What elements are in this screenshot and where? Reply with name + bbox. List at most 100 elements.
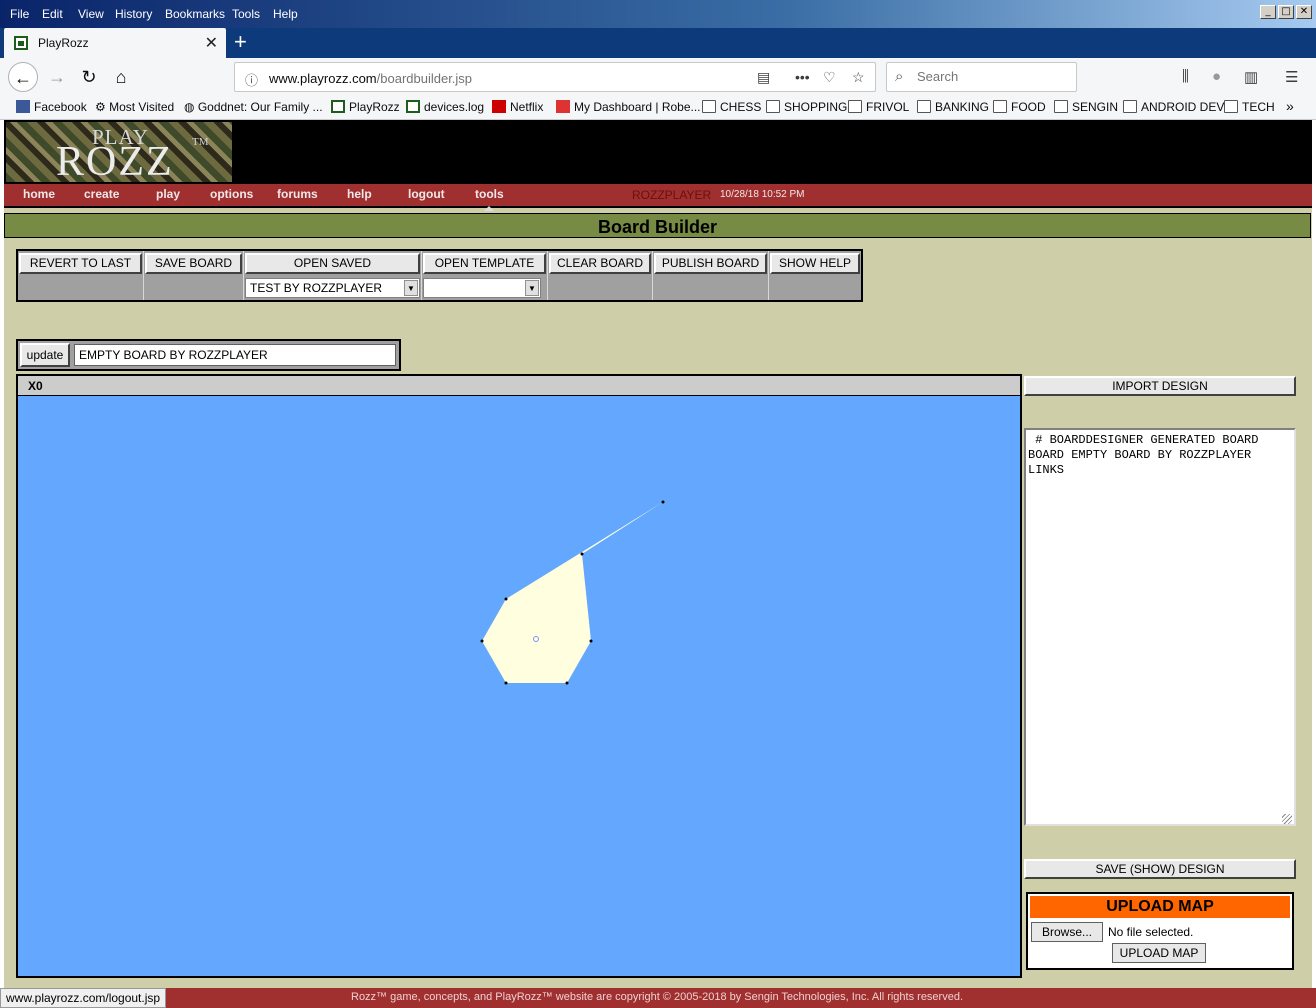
- bookmark-folder-sengin[interactable]: SENGIN: [1054, 100, 1118, 114]
- folder-icon: [848, 100, 862, 113]
- vertex-handle[interactable]: [480, 639, 484, 643]
- toolbar-col-help: SHOW HELP: [769, 251, 861, 300]
- toolbar-col-clear: CLEAR BOARD: [548, 251, 653, 300]
- save-show-design-button[interactable]: SAVE (SHOW) DESIGN: [1024, 859, 1296, 879]
- site-info-icon[interactable]: ⓘ: [245, 70, 258, 89]
- maximize-button[interactable]: □: [1278, 5, 1294, 19]
- search-box[interactable]: ⌕: [886, 62, 1077, 92]
- nav-home[interactable]: home: [23, 187, 55, 201]
- bookmark-folder-shopping[interactable]: SHOPPING: [766, 100, 847, 114]
- menu-edit[interactable]: Edit: [42, 7, 63, 21]
- bookmark-folder-android-dev[interactable]: ANDROID DEV: [1123, 100, 1224, 114]
- bookmark-folder-food[interactable]: FOOD: [993, 100, 1046, 114]
- nav-create[interactable]: create: [84, 187, 119, 201]
- board-drawing[interactable]: [18, 396, 1020, 976]
- bookmark-folder-tech[interactable]: TECH: [1224, 100, 1275, 114]
- close-window-button[interactable]: ✕: [1296, 5, 1312, 19]
- minimize-button[interactable]: _: [1260, 5, 1276, 19]
- vertex-handle[interactable]: [589, 639, 593, 643]
- open-saved-select[interactable]: TEST BY ROZZPLAYER ▼: [245, 278, 420, 298]
- vertex-handle[interactable]: [580, 552, 584, 556]
- toolbar-col-open-template: OPEN TEMPLATE ▼: [422, 251, 548, 300]
- save-board-button[interactable]: SAVE BOARD: [145, 253, 242, 274]
- back-button[interactable]: ←: [8, 62, 38, 92]
- page-actions-icon[interactable]: •••: [795, 69, 810, 85]
- menu-history[interactable]: History: [115, 7, 152, 21]
- toolbar-col-publish: PUBLISH BOARD: [653, 251, 769, 300]
- browse-button[interactable]: Browse...: [1031, 922, 1103, 942]
- library-icon[interactable]: ⫼: [1182, 68, 1189, 85]
- nav-tools[interactable]: tools: [475, 187, 504, 201]
- bookmark-folder-frivol[interactable]: FRIVOL: [848, 100, 909, 114]
- vertex-handle[interactable]: [504, 597, 508, 601]
- clear-board-button[interactable]: CLEAR BOARD: [549, 253, 651, 274]
- design-panel: IMPORT DESIGN # BOARDDESIGNER GENERATED …: [1024, 374, 1296, 978]
- menu-help[interactable]: Help: [273, 7, 298, 21]
- publish-board-button[interactable]: PUBLISH BOARD: [654, 253, 767, 274]
- update-button[interactable]: update: [20, 343, 70, 367]
- design-textarea[interactable]: # BOARDDESIGNER GENERATED BOARD BOARD EM…: [1024, 428, 1296, 826]
- import-design-button[interactable]: IMPORT DESIGN: [1024, 376, 1296, 396]
- bookmark-playrozz[interactable]: PlayRozz: [331, 100, 400, 114]
- reload-button[interactable]: ↻: [74, 62, 104, 92]
- playrozz-logo[interactable]: PLAY ROZZ TM: [6, 122, 232, 185]
- nav-logout[interactable]: logout: [408, 187, 445, 201]
- new-tab-icon[interactable]: +: [234, 29, 247, 55]
- home-button[interactable]: ⌂: [106, 62, 136, 92]
- folder-icon: [1054, 100, 1068, 113]
- canvas-label: X0: [28, 379, 43, 393]
- vertex-handle[interactable]: [504, 681, 508, 685]
- nav-play[interactable]: play: [156, 187, 180, 201]
- nav-help[interactable]: help: [347, 187, 372, 201]
- search-icon: ⌕: [895, 68, 904, 85]
- upload-map-button[interactable]: UPLOAD MAP: [1112, 943, 1206, 963]
- land-territory[interactable]: [482, 502, 663, 683]
- board-name-input[interactable]: EMPTY BOARD BY ROZZPLAYER: [74, 344, 396, 366]
- menu-bookmarks[interactable]: Bookmarks: [165, 7, 225, 21]
- open-saved-value: TEST BY ROZZPLAYER: [250, 281, 383, 295]
- reader-view-icon[interactable]: ▤: [757, 69, 770, 86]
- url-bar[interactable]: ⓘ www.playrozz.com/boardbuilder.jsp ▤ ••…: [234, 62, 876, 92]
- nav-bar: ← → ↻ ⌂ ⓘ www.playrozz.com/boardbuilder.…: [0, 58, 1316, 96]
- menu-view[interactable]: View: [78, 7, 104, 21]
- hamburger-menu-icon[interactable]: ☰: [1285, 68, 1298, 86]
- bookmark-folder-banking[interactable]: BANKING: [917, 100, 989, 114]
- chevron-down-icon: ▼: [404, 280, 418, 296]
- nav-forums[interactable]: forums: [277, 187, 318, 201]
- chevron-down-icon: ▼: [525, 280, 539, 296]
- timestamp: 10/28/18 10:52 PM: [720, 189, 805, 200]
- bookmark-folder-chess[interactable]: CHESS: [702, 100, 761, 114]
- bookmarks-overflow-icon[interactable]: »: [1286, 98, 1294, 114]
- open-template-button[interactable]: OPEN TEMPLATE: [423, 253, 546, 274]
- sidebar-icon[interactable]: ▥: [1244, 68, 1258, 86]
- tab-playrozz[interactable]: PlayRozz ✕: [4, 28, 226, 58]
- bookmark-dashboard[interactable]: My Dashboard | Robe...: [556, 100, 701, 114]
- bookmark-facebook[interactable]: Facebook: [16, 100, 87, 114]
- search-input[interactable]: [917, 69, 1067, 84]
- adblock-icon[interactable]: ●: [1212, 68, 1221, 85]
- open-saved-button[interactable]: OPEN SAVED: [245, 253, 420, 274]
- logo-tm-text: TM: [192, 136, 209, 148]
- url-text: www.playrozz.com/boardbuilder.jsp: [269, 71, 473, 86]
- bookmark-devices-log[interactable]: devices.log: [406, 100, 484, 114]
- site-nav: home create play options forums help log…: [4, 184, 1312, 208]
- tab-bar: PlayRozz ✕ +: [0, 28, 1316, 58]
- pocket-icon[interactable]: ♡: [823, 69, 836, 86]
- nav-options[interactable]: options: [210, 187, 253, 201]
- bookmark-star-icon[interactable]: ☆: [852, 69, 865, 86]
- open-template-select[interactable]: ▼: [423, 278, 541, 298]
- bookmark-goddnet[interactable]: ◍ Goddnet: Our Family ...: [184, 100, 323, 114]
- revert-to-last-button[interactable]: REVERT TO LAST: [19, 253, 142, 274]
- menu-tools[interactable]: Tools: [232, 7, 260, 21]
- show-help-button[interactable]: SHOW HELP: [770, 253, 860, 274]
- board-canvas[interactable]: X0: [16, 374, 1022, 978]
- bookmark-netflix[interactable]: Netflix: [492, 100, 543, 114]
- bookmark-most-visited[interactable]: ⚙ Most Visited: [95, 100, 174, 114]
- tab-close-icon[interactable]: ✕: [205, 33, 218, 53]
- vertex-handle[interactable]: [565, 681, 569, 685]
- file-status: No file selected.: [1108, 925, 1194, 939]
- forward-button[interactable]: →: [42, 62, 72, 92]
- resize-grip-icon[interactable]: [1282, 814, 1292, 824]
- menu-file[interactable]: File: [10, 7, 29, 21]
- vertex-handle[interactable]: [661, 500, 665, 504]
